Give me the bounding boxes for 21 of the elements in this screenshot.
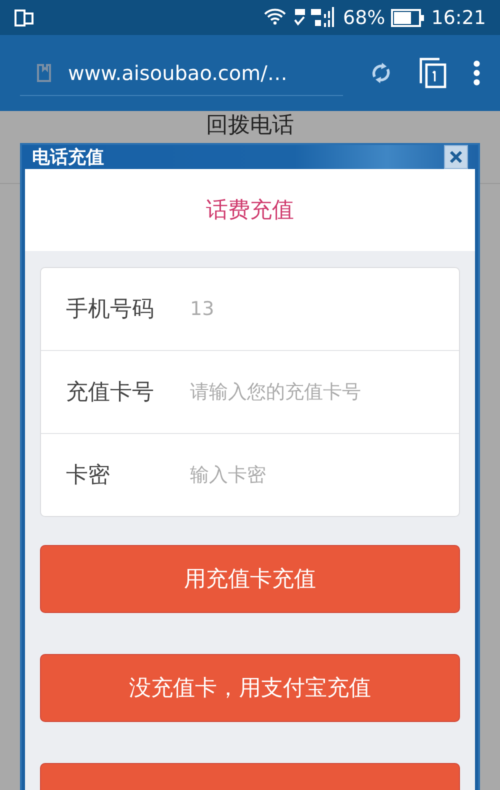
field-label: 充值卡号: [66, 379, 155, 407]
clock: 16:21: [431, 6, 486, 28]
recharge-button[interactable]: 没充值卡，用支付宝充值: [40, 654, 460, 722]
menu-icon[interactable]: [472, 59, 480, 87]
close-button[interactable]: [444, 145, 468, 169]
battery-percent: 68%: [343, 6, 386, 28]
input-field[interactable]: 请输入您的充值卡号: [190, 381, 434, 403]
field-label: 手机号码: [66, 296, 155, 324]
recharge-button[interactable]: 用充值卡充值: [40, 545, 460, 613]
close-icon: [449, 150, 463, 164]
screen-mirror-icon: [14, 8, 34, 26]
page-title: 回拨电话: [206, 113, 294, 139]
field-label: 卡密: [66, 462, 111, 490]
input-field[interactable]: 输入卡密: [190, 464, 434, 486]
battery-icon: [391, 8, 426, 26]
input-field[interactable]: 13: [190, 298, 434, 320]
page-icon: [36, 62, 52, 82]
address-bar[interactable]: www.aisoubao.com/…: [20, 50, 343, 96]
tabs-icon[interactable]: [418, 56, 447, 90]
dialog-title: 电话充值: [32, 146, 104, 169]
section-heading: 话费充值: [206, 197, 294, 225]
